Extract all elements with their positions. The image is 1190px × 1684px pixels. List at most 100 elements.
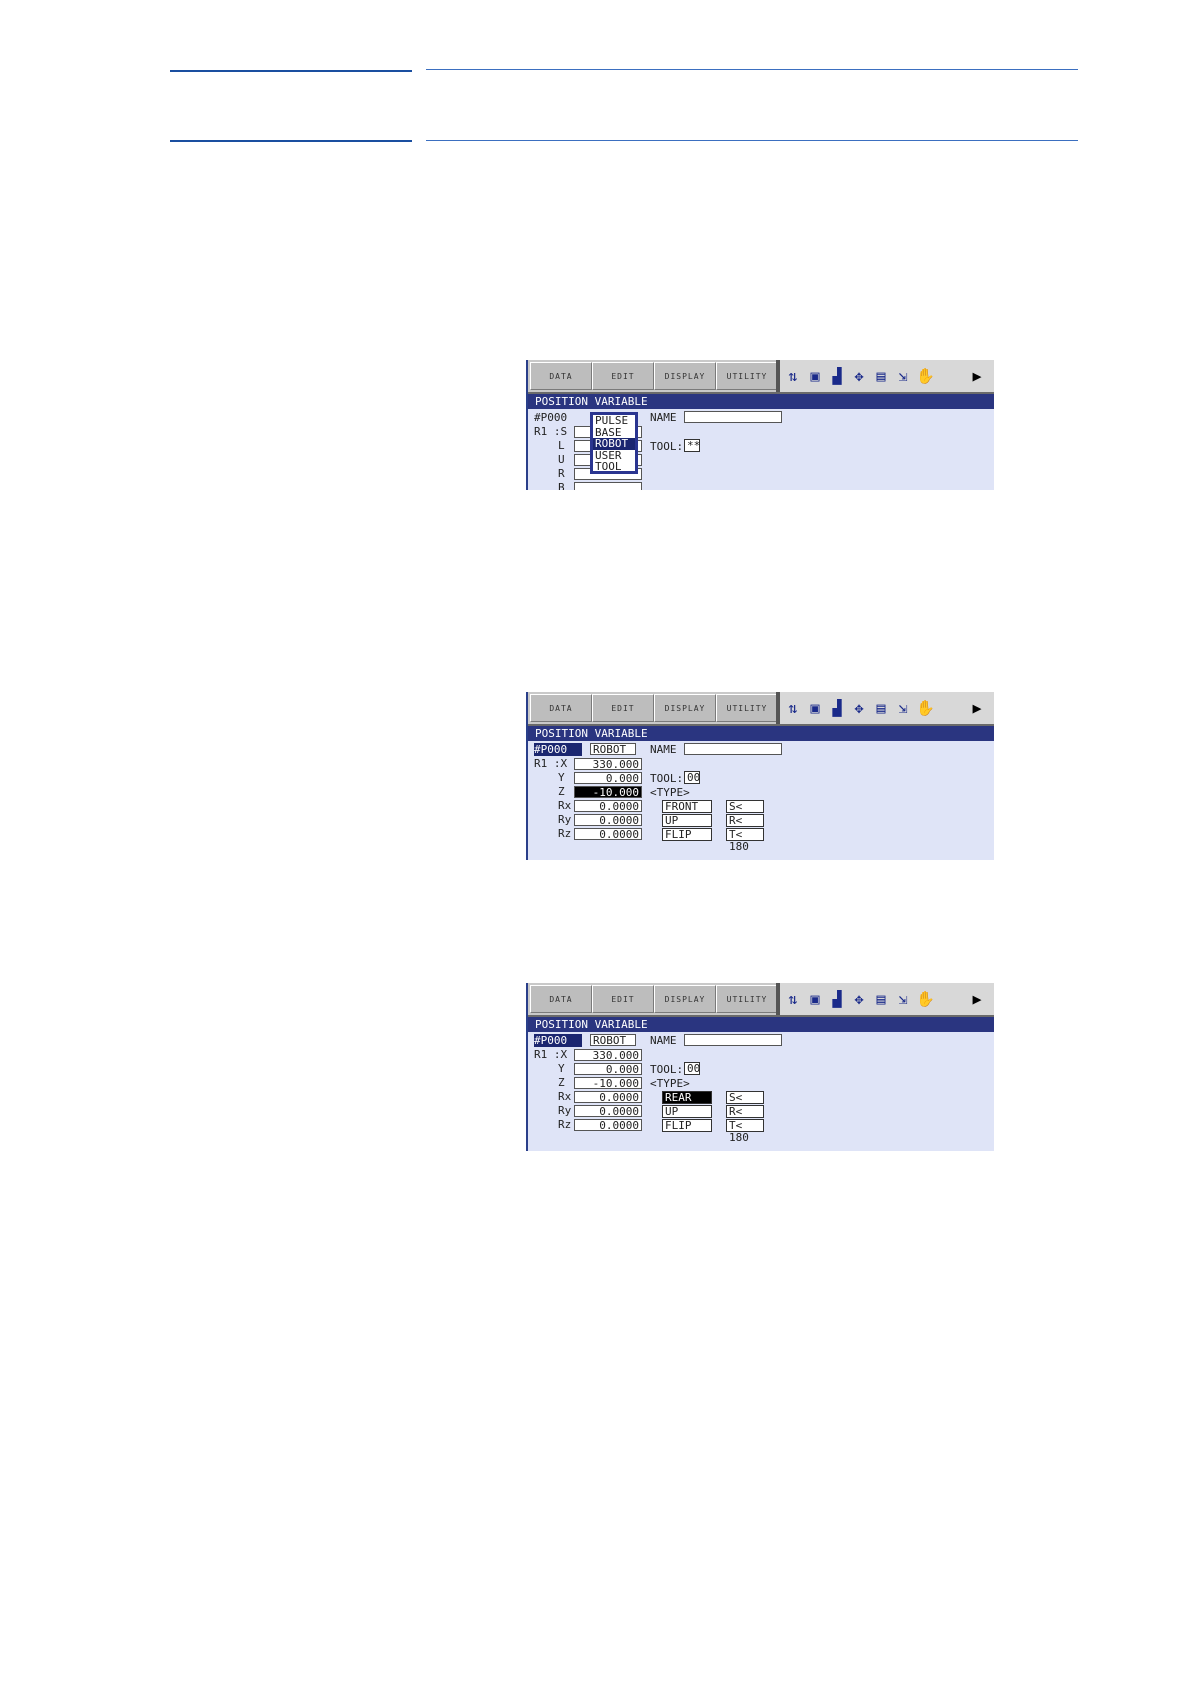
frame-field[interactable]: ROBOT bbox=[590, 743, 636, 756]
type-field-elbow[interactable]: UP bbox=[662, 1105, 712, 1118]
next-page-icon[interactable]: ▶ bbox=[968, 990, 986, 1008]
edit-doc-icon[interactable]: ▣ bbox=[806, 990, 824, 1008]
next-page-icon[interactable]: ▶ bbox=[968, 699, 986, 717]
coordinate-icon[interactable]: ✥ bbox=[850, 699, 868, 717]
header-rule-right-top bbox=[426, 69, 1078, 70]
axis-label-r: R bbox=[558, 467, 565, 480]
window-title: POSITION VARIABLE bbox=[528, 394, 994, 409]
tab-display[interactable]: DISPLAY bbox=[654, 694, 716, 722]
monitor-icon[interactable]: ▤ bbox=[872, 990, 890, 1008]
tool-label: TOOL: bbox=[650, 772, 684, 785]
tool-label: TOOL: bbox=[650, 440, 684, 453]
type-field-wrist[interactable]: FLIP bbox=[662, 1119, 712, 1132]
tab-utility[interactable]: UTILITY bbox=[716, 985, 778, 1013]
header-rule-left-bottom bbox=[170, 140, 412, 142]
angle-field-t[interactable]: T< 180 bbox=[726, 1119, 764, 1144]
angle-field-s[interactable]: S< 180 bbox=[726, 1091, 764, 1116]
axis-field-rz[interactable]: 0.0000 bbox=[574, 1119, 642, 1132]
axis-label-rz: Rz bbox=[558, 827, 572, 840]
tab-display[interactable]: DISPLAY bbox=[654, 362, 716, 390]
angle-field-t[interactable]: T< 180 bbox=[726, 828, 764, 853]
axis-field-b[interactable] bbox=[574, 482, 642, 490]
axis-field-rx[interactable]: 0.0000 bbox=[574, 800, 642, 813]
axis-field-y[interactable]: 0.000 bbox=[574, 1063, 642, 1076]
signal-icon[interactable]: ▟ bbox=[828, 990, 846, 1008]
coordinate-icon[interactable]: ✥ bbox=[850, 367, 868, 385]
type-field-elbow[interactable]: UP bbox=[662, 814, 712, 827]
coordinate-icon[interactable]: ✥ bbox=[850, 990, 868, 1008]
tool-value[interactable]: 00 bbox=[684, 771, 700, 784]
next-page-icon[interactable]: ▶ bbox=[968, 367, 986, 385]
tab-display[interactable]: DISPLAY bbox=[654, 985, 716, 1013]
tab-data[interactable]: DATA bbox=[530, 694, 592, 722]
axis-label-rx: Rx bbox=[558, 1090, 572, 1103]
io-icon[interactable]: ⇲ bbox=[894, 990, 912, 1008]
axis-field-x[interactable]: 330.000 bbox=[574, 758, 642, 771]
axis-label-y: Y bbox=[558, 771, 565, 784]
io-icon[interactable]: ⇲ bbox=[894, 699, 912, 717]
axis-field-rz[interactable]: 0.0000 bbox=[574, 828, 642, 841]
axis-field-y[interactable]: 0.000 bbox=[574, 772, 642, 785]
hand-icon[interactable]: ✋ bbox=[916, 990, 935, 1008]
axis-field-x[interactable]: 330.000 bbox=[574, 1049, 642, 1062]
tab-utility[interactable]: UTILITY bbox=[716, 694, 778, 722]
tab-data[interactable]: DATA bbox=[530, 985, 592, 1013]
tab-edit[interactable]: EDIT bbox=[592, 362, 654, 390]
popup-item-tool[interactable]: TOOL bbox=[593, 461, 635, 473]
axis-field-ry[interactable]: 0.0000 bbox=[574, 814, 642, 827]
type-field-arm[interactable]: REAR bbox=[662, 1091, 712, 1104]
robot-arm-icon[interactable]: ⇅ bbox=[784, 990, 802, 1008]
header-rule-left-top bbox=[170, 70, 412, 72]
tab-edit[interactable]: EDIT bbox=[592, 694, 654, 722]
axis-field-rx[interactable]: 0.0000 bbox=[574, 1091, 642, 1104]
axis-label-rz: Rz bbox=[558, 1118, 572, 1131]
signal-icon[interactable]: ▟ bbox=[828, 699, 846, 717]
tab-utility[interactable]: UTILITY bbox=[716, 362, 778, 390]
edit-doc-icon[interactable]: ▣ bbox=[806, 367, 824, 385]
angle-field-r[interactable]: R< 180 bbox=[726, 814, 764, 839]
window-title: POSITION VARIABLE bbox=[528, 726, 994, 741]
frame-field[interactable]: ROBOT bbox=[590, 1034, 636, 1047]
axis-prefix: R1 :X bbox=[534, 1048, 568, 1061]
edit-doc-icon[interactable]: ▣ bbox=[806, 699, 824, 717]
tool-value[interactable]: 00 bbox=[684, 1062, 700, 1075]
tab-data[interactable]: DATA bbox=[530, 362, 592, 390]
name-input[interactable] bbox=[684, 411, 782, 423]
name-input[interactable] bbox=[684, 1034, 782, 1046]
robot-arm-icon[interactable]: ⇅ bbox=[784, 699, 802, 717]
popup-item-pulse[interactable]: PULSE bbox=[593, 415, 635, 427]
axis-label-z: Z bbox=[558, 1076, 565, 1089]
tab-edit[interactable]: EDIT bbox=[592, 985, 654, 1013]
hand-icon[interactable]: ✋ bbox=[916, 699, 935, 717]
axis-label-ry: Ry bbox=[558, 813, 572, 826]
signal-icon[interactable]: ▟ bbox=[828, 367, 846, 385]
axis-label-l: L bbox=[558, 439, 565, 452]
monitor-icon[interactable]: ▤ bbox=[872, 699, 890, 717]
menu-bar: DATA EDIT DISPLAY UTILITY ⇅ ▣ ▟ ✥ ▤ ⇲ ✋ … bbox=[528, 983, 994, 1017]
icon-bar: ⇅ ▣ ▟ ✥ ▤ ⇲ ✋ ▶ bbox=[776, 692, 994, 724]
io-icon[interactable]: ⇲ bbox=[894, 367, 912, 385]
variable-id[interactable]: #P000 bbox=[534, 743, 582, 756]
menu-bar: DATA EDIT DISPLAY UTILITY ⇅ ▣ ▟ ✥ ▤ ⇲ ✋ … bbox=[528, 692, 994, 726]
header-rule-right-bottom bbox=[426, 140, 1078, 141]
angle-field-r[interactable]: R< 180 bbox=[726, 1105, 764, 1130]
axis-field-z[interactable]: -10.000 bbox=[574, 786, 642, 799]
screenshot-1: DATA EDIT DISPLAY UTILITY ⇅ ▣ ▟ ✥ ▤ ⇲ ✋ … bbox=[526, 360, 994, 490]
tool-value[interactable]: ** bbox=[684, 439, 700, 452]
angle-field-s[interactable]: S< 180 bbox=[726, 800, 764, 825]
hand-icon[interactable]: ✋ bbox=[916, 367, 935, 385]
monitor-icon[interactable]: ▤ bbox=[872, 367, 890, 385]
variable-id[interactable]: #P000 bbox=[534, 1034, 582, 1047]
name-input[interactable] bbox=[684, 743, 782, 755]
axis-prefix: R1 :S bbox=[534, 425, 568, 438]
name-label: NAME bbox=[650, 743, 677, 756]
tool-label: TOOL: bbox=[650, 1063, 684, 1076]
icon-bar: ⇅ ▣ ▟ ✥ ▤ ⇲ ✋ ▶ bbox=[776, 983, 994, 1015]
axis-field-z[interactable]: -10.000 bbox=[574, 1077, 642, 1090]
type-field-wrist[interactable]: FLIP bbox=[662, 828, 712, 841]
axis-field-ry[interactable]: 0.0000 bbox=[574, 1105, 642, 1118]
position-variable-panel: #P000 ROBOT R1 :X Y Z Rx Ry Rz 330.000 0… bbox=[528, 1032, 994, 1151]
popup-item-robot[interactable]: ROBOT bbox=[593, 438, 635, 450]
robot-arm-icon[interactable]: ⇅ bbox=[784, 367, 802, 385]
type-field-arm[interactable]: FRONT bbox=[662, 800, 712, 813]
